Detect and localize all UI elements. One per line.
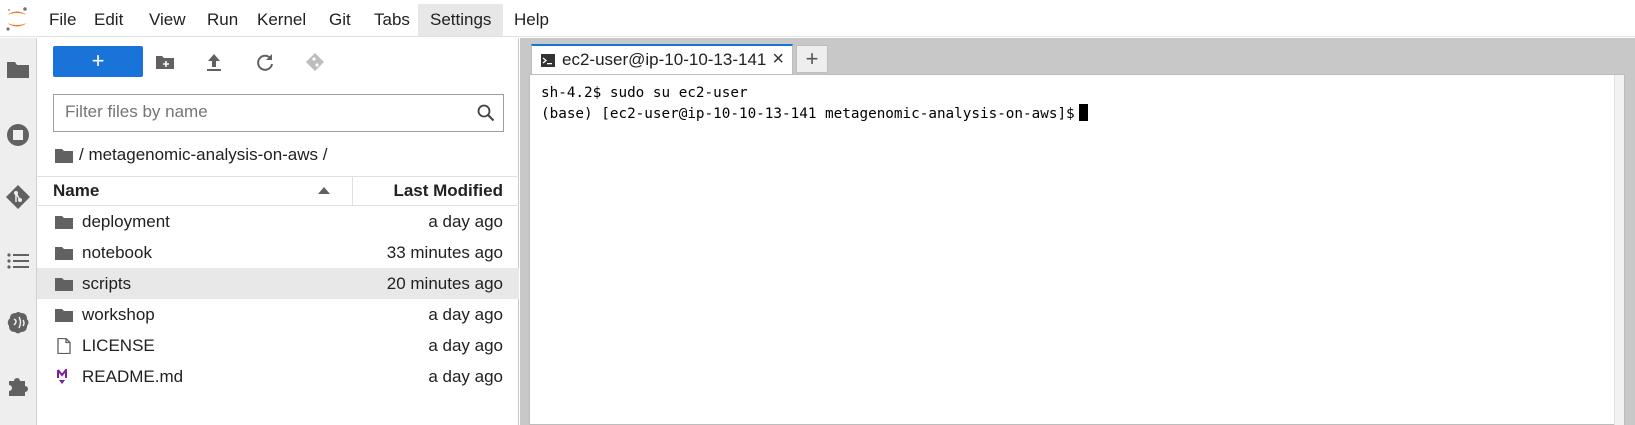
folder-icon [55,216,73,229]
folder-icon [55,278,73,291]
terminal-prompt-line: (base) [ec2-user@ip-10-10-13-141 metagen… [541,104,1088,122]
folder-icon [55,309,73,322]
text-file-icon [57,338,71,354]
terminal-icon [541,54,555,67]
menu-file[interactable]: File [37,4,88,36]
file-name: workshop [82,305,155,324]
file-row-readme[interactable]: README.md a day ago [37,361,519,392]
menu-view[interactable]: View [137,4,198,36]
menu-help[interactable]: Help [502,4,561,36]
menu-git[interactable]: Git [317,4,363,36]
file-row-workshop[interactable]: workshop a day ago [37,299,519,330]
jupyter-logo-icon [6,7,27,31]
name-column-header[interactable]: Name [53,177,353,205]
search-icon [477,104,495,122]
last-modified-column-header[interactable]: Last Modified [393,177,503,205]
new-folder-icon[interactable] [154,51,176,73]
file-name: README.md [82,367,184,386]
file-modified: a day ago [428,367,503,386]
name-column-label: Name [53,181,100,200]
breadcrumb-path[interactable]: / metagenomic-analysis-on-aws / [79,145,327,164]
file-name: scripts [82,274,132,293]
git-icon[interactable] [5,184,31,210]
file-modified: a day ago [428,305,503,324]
terminal-scrollbar[interactable] [1614,75,1624,425]
home-folder-icon[interactable] [55,148,73,164]
extensions-icon[interactable] [5,372,31,398]
markdown-icon [57,369,67,384]
folder-icon [55,247,73,260]
main-dock-panel: ec2-user@ip-10-10-13-141 × + sh-4.2$ sud… [520,38,1635,425]
menu-kernel[interactable]: Kernel [245,4,318,36]
file-list-header: Name Last Modified [37,176,519,206]
tab-terminal[interactable]: ec2-user@ip-10-10-13-141 × [531,44,793,74]
running-kernels-icon[interactable] [5,122,31,148]
file-row-scripts[interactable]: scripts 20 minutes ago [37,268,519,299]
folder-icon[interactable] [5,56,31,82]
table-of-contents-icon[interactable] [5,248,31,274]
file-modified: 20 minutes ago [386,274,503,293]
property-inspector-icon[interactable] [5,310,31,336]
file-row-deployment[interactable]: deployment a day ago [37,206,519,237]
tab-bar: ec2-user@ip-10-10-13-141 × + [520,38,1635,74]
file-modified: 33 minutes ago [386,243,503,262]
file-list: deployment a day ago notebook 33 minutes… [37,206,519,392]
file-name: deployment [82,212,170,231]
activity-sidebar [0,38,37,425]
refresh-icon[interactable] [254,51,276,73]
sort-ascending-icon [318,187,330,194]
file-modified: a day ago [428,212,503,231]
menu-bar: File Edit View Run Kernel Git Tabs Setti… [0,0,1635,37]
file-name: notebook [82,243,152,262]
filter-files-input[interactable] [54,95,454,129]
git-clone-icon[interactable] [304,51,326,73]
menu-tabs[interactable]: Tabs [362,4,422,36]
terminal-prompt: (base) [ec2-user@ip-10-10-13-141 metagen… [541,106,1075,122]
terminal-area[interactable]: sh-4.2$ sudo su ec2-user (base) [ec2-use… [529,74,1625,425]
menu-settings[interactable]: Settings [418,4,504,36]
menu-edit[interactable]: Edit [82,4,135,36]
file-row-license[interactable]: LICENSE a day ago [37,330,519,361]
breadcrumb: / metagenomic-analysis-on-aws / [55,142,327,168]
upload-icon[interactable] [203,51,225,73]
terminal-line: sh-4.2$ sudo su ec2-user [541,85,748,101]
terminal-cursor [1078,104,1088,121]
filter-box [53,94,504,132]
file-row-notebook[interactable]: notebook 33 minutes ago [37,237,519,268]
menu-run[interactable]: Run [195,4,250,36]
add-tab-button[interactable]: + [796,45,828,73]
file-name: LICENSE [82,336,155,355]
close-icon[interactable]: × [772,46,784,73]
tab-label: ec2-user@ip-10-10-13-141 [562,50,767,69]
file-browser-panel: + / metagenomic-analysis-on-aws / Name L… [37,38,519,425]
new-launcher-button[interactable]: + [53,46,143,77]
file-modified: a day ago [428,336,503,355]
